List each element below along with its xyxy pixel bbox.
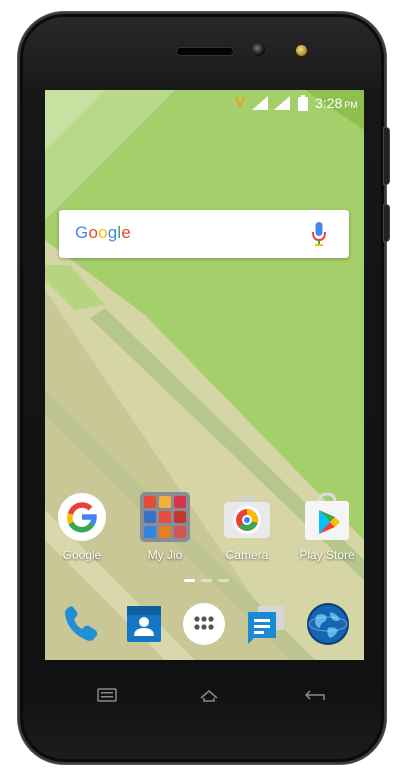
google-logo-letter: g bbox=[107, 223, 118, 242]
app-play-store[interactable]: Play Store bbox=[290, 492, 364, 562]
play-store-icon bbox=[302, 492, 352, 542]
phone-icon[interactable] bbox=[59, 602, 103, 646]
back-icon[interactable] bbox=[304, 688, 326, 702]
app-label: My Jio bbox=[147, 548, 183, 562]
mic-icon[interactable] bbox=[312, 222, 326, 246]
page-dot-3[interactable] bbox=[218, 579, 229, 582]
signal-sim2-icon bbox=[274, 96, 290, 110]
app-label: Camera bbox=[225, 548, 269, 562]
volume-button[interactable] bbox=[384, 128, 389, 184]
carrier-icon: V bbox=[235, 94, 246, 111]
camera-icon bbox=[222, 492, 272, 542]
clock-time: 3:28 bbox=[315, 95, 343, 111]
earpiece-speaker bbox=[177, 48, 233, 55]
wallpaper bbox=[45, 90, 364, 660]
messages-icon[interactable] bbox=[244, 602, 288, 646]
status-bar: V 3:28 PM bbox=[45, 90, 364, 116]
home-screen[interactable]: V 3:28 PM Google Google My Jio Camera Pl… bbox=[45, 90, 364, 660]
google-icon bbox=[57, 492, 107, 542]
app-label: Google bbox=[62, 548, 102, 562]
google-logo-letter: o bbox=[98, 223, 108, 242]
battery-icon bbox=[298, 95, 308, 111]
home-icon[interactable] bbox=[199, 688, 219, 702]
menu-icon[interactable] bbox=[97, 688, 117, 702]
app-drawer-icon[interactable] bbox=[182, 602, 226, 646]
app-label: Play Store bbox=[299, 548, 355, 562]
clock-ampm: PM bbox=[344, 100, 358, 110]
google-logo-letter: o bbox=[88, 223, 99, 242]
proximity-sensor bbox=[296, 45, 307, 56]
clock: 3:28 PM bbox=[315, 95, 358, 111]
app-google[interactable]: Google bbox=[45, 492, 119, 562]
app-camera[interactable]: Camera bbox=[210, 492, 284, 562]
signal-sim1-icon bbox=[252, 96, 268, 110]
google-logo-letter: G bbox=[75, 223, 89, 242]
google-logo-letter: e bbox=[121, 223, 132, 242]
power-button[interactable] bbox=[384, 205, 389, 241]
app-my-jio[interactable]: My Jio bbox=[128, 492, 202, 562]
page-dot-1[interactable] bbox=[184, 579, 195, 582]
page-dot-2[interactable] bbox=[201, 579, 212, 582]
contacts-icon[interactable] bbox=[122, 602, 166, 646]
front-camera bbox=[252, 43, 265, 56]
google-logo: Google bbox=[75, 223, 131, 243]
browser-globe-icon[interactable] bbox=[306, 602, 350, 646]
my-jio-folder-icon bbox=[140, 492, 190, 542]
google-search-bar[interactable]: Google bbox=[59, 210, 349, 258]
page-indicator bbox=[184, 579, 234, 583]
